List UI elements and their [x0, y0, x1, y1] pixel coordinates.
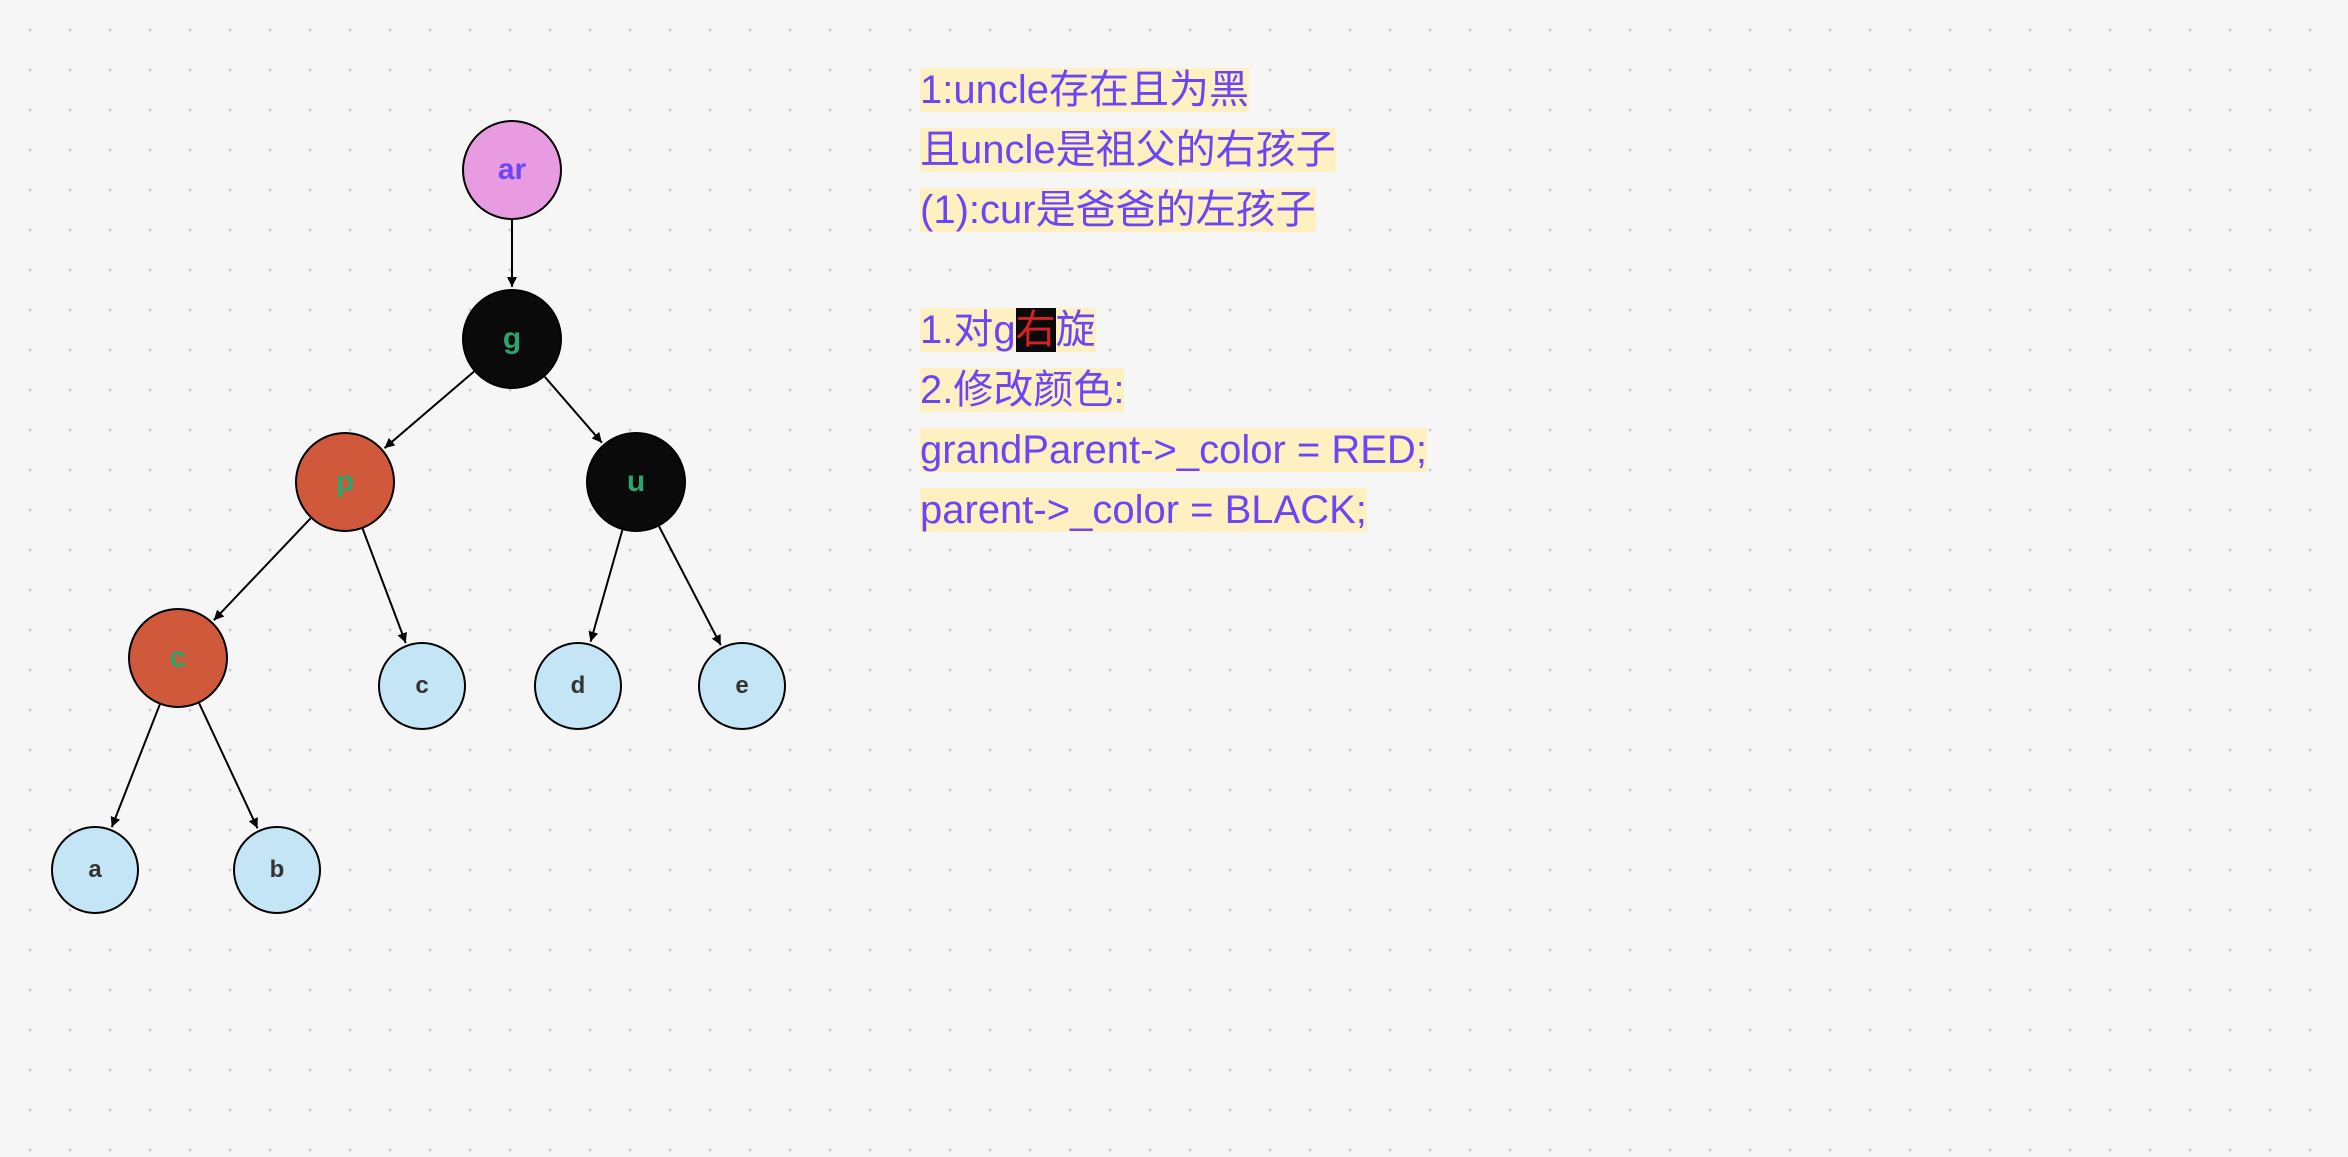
- tree-edge: [214, 518, 311, 620]
- annotation-text-1: 1:uncle存在且为黑 且uncle是祖父的右孩子 (1):cur是爸爸的左孩…: [920, 60, 1336, 240]
- tree-node-d[interactable]: d: [534, 642, 622, 730]
- tree-node-u[interactable]: u: [586, 432, 686, 532]
- tree-edge: [363, 529, 406, 643]
- annotation-text-2: 1.对g右旋 2.修改颜色: grandParent->_color = RED…: [920, 300, 1427, 540]
- tree-edge: [384, 372, 474, 449]
- text2-line4: parent->_color = BLACK;: [920, 488, 1367, 532]
- tree-edge: [199, 703, 257, 828]
- tree-node-ar[interactable]: ar: [462, 120, 562, 220]
- text2-line3: grandParent->_color = RED;: [920, 428, 1427, 472]
- tree-edge: [545, 377, 602, 443]
- tree-edge: [659, 526, 721, 645]
- text2-line2: 2.修改颜色:: [920, 368, 1124, 412]
- text1-line2: 且uncle是祖父的右孩子: [920, 128, 1336, 172]
- tree-node-cBig[interactable]: c: [128, 608, 228, 708]
- text2-line1: 1.对g右旋: [920, 308, 1096, 352]
- diagram-canvas[interactable]: argpuccdeab 1:uncle存在且为黑 且uncle是祖父的右孩子 (…: [0, 0, 2348, 1157]
- tree-node-e[interactable]: e: [698, 642, 786, 730]
- tree-node-c2[interactable]: c: [378, 642, 466, 730]
- tree-edge: [591, 530, 623, 642]
- tree-node-p[interactable]: p: [295, 432, 395, 532]
- tree-node-b[interactable]: b: [233, 826, 321, 914]
- tree-node-a[interactable]: a: [51, 826, 139, 914]
- tree-edge: [112, 705, 160, 828]
- text1-line3: (1):cur是爸爸的左孩子: [920, 188, 1316, 232]
- text1-line1: 1:uncle存在且为黑: [920, 68, 1249, 112]
- tree-node-g[interactable]: g: [462, 289, 562, 389]
